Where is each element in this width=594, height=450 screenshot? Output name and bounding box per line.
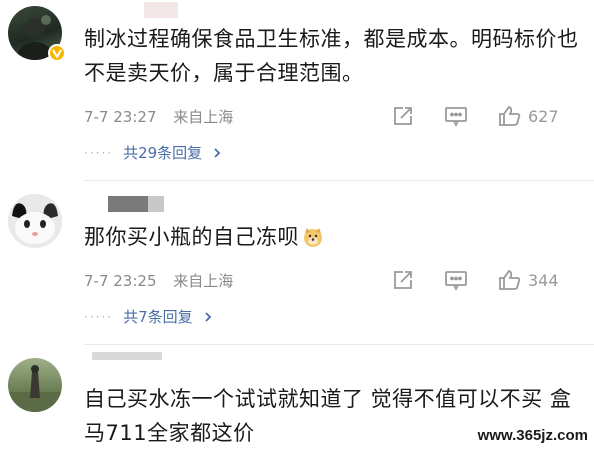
replies-dots: ····· [84,145,114,160]
comment-feed: 制冰过程确保食品卫生标准，都是成本。明码标价也不是卖天价，属于合理范围。 7-7… [0,0,594,450]
doge-emoji-icon [304,228,322,247]
chevron-right-icon [214,147,221,158]
comment-location: 来自上海 [173,272,234,290]
comment-item: 那你买小瓶的自己冻呗 7-7 23:25 来自上海 344 ····· 共7条回… [0,190,594,340]
comment-text: 那你买小瓶的自己冻呗 [84,220,584,254]
comment-text: 制冰过程确保食品卫生标准，都是成本。明码标价也不是卖天价，属于合理范围。 [84,27,579,85]
like-count: 344 [528,270,559,290]
replies-dots: ····· [84,309,114,324]
comment-icon [445,107,467,127]
comment-meta: 7-7 23:25 来自上海 [84,270,245,291]
view-replies-link[interactable]: ····· 共29条回复 [84,142,224,163]
share-icon [394,107,412,125]
thumbs-up-icon [499,269,521,290]
comment-divider [84,344,594,345]
user-avatar[interactable] [8,358,62,412]
outdoor-avatar-icon [8,365,62,412]
username-redacted [144,2,178,18]
username-redacted [148,196,164,212]
comment-text-body: 那你买小瓶的自己冻呗 [84,225,299,249]
user-avatar[interactable] [8,194,62,248]
replies-count: 共29条回复 [123,144,203,162]
like-button[interactable]: 344 [498,268,559,292]
comment-button[interactable] [444,104,468,128]
like-button[interactable]: 627 [498,104,559,128]
comment-item: 制冰过程确保食品卫生标准，都是成本。明码标价也不是卖天价，属于合理范围。 7-7… [0,0,594,170]
comment-date: 7-7 23:27 [84,108,157,126]
comment-location: 来自上海 [173,108,234,126]
verified-badge-icon [48,44,66,62]
comment-meta: 7-7 23:27 来自上海 [84,106,245,127]
comment-divider [84,180,594,181]
share-button[interactable] [392,104,414,128]
username-redacted [92,352,162,360]
watermark-text: www.365jz.com [477,427,588,444]
thumbs-up-icon [499,105,521,126]
share-icon [394,271,412,289]
chevron-right-icon [204,311,211,322]
share-button[interactable] [392,268,414,292]
comment-icon [445,271,467,291]
like-count: 627 [528,106,559,126]
cat-avatar-icon [8,194,62,248]
view-replies-link[interactable]: ····· 共7条回复 [84,306,215,327]
comment-date: 7-7 23:25 [84,272,157,290]
username-redacted [108,196,148,212]
replies-count: 共7条回复 [123,308,193,326]
comment-button[interactable] [444,268,468,292]
